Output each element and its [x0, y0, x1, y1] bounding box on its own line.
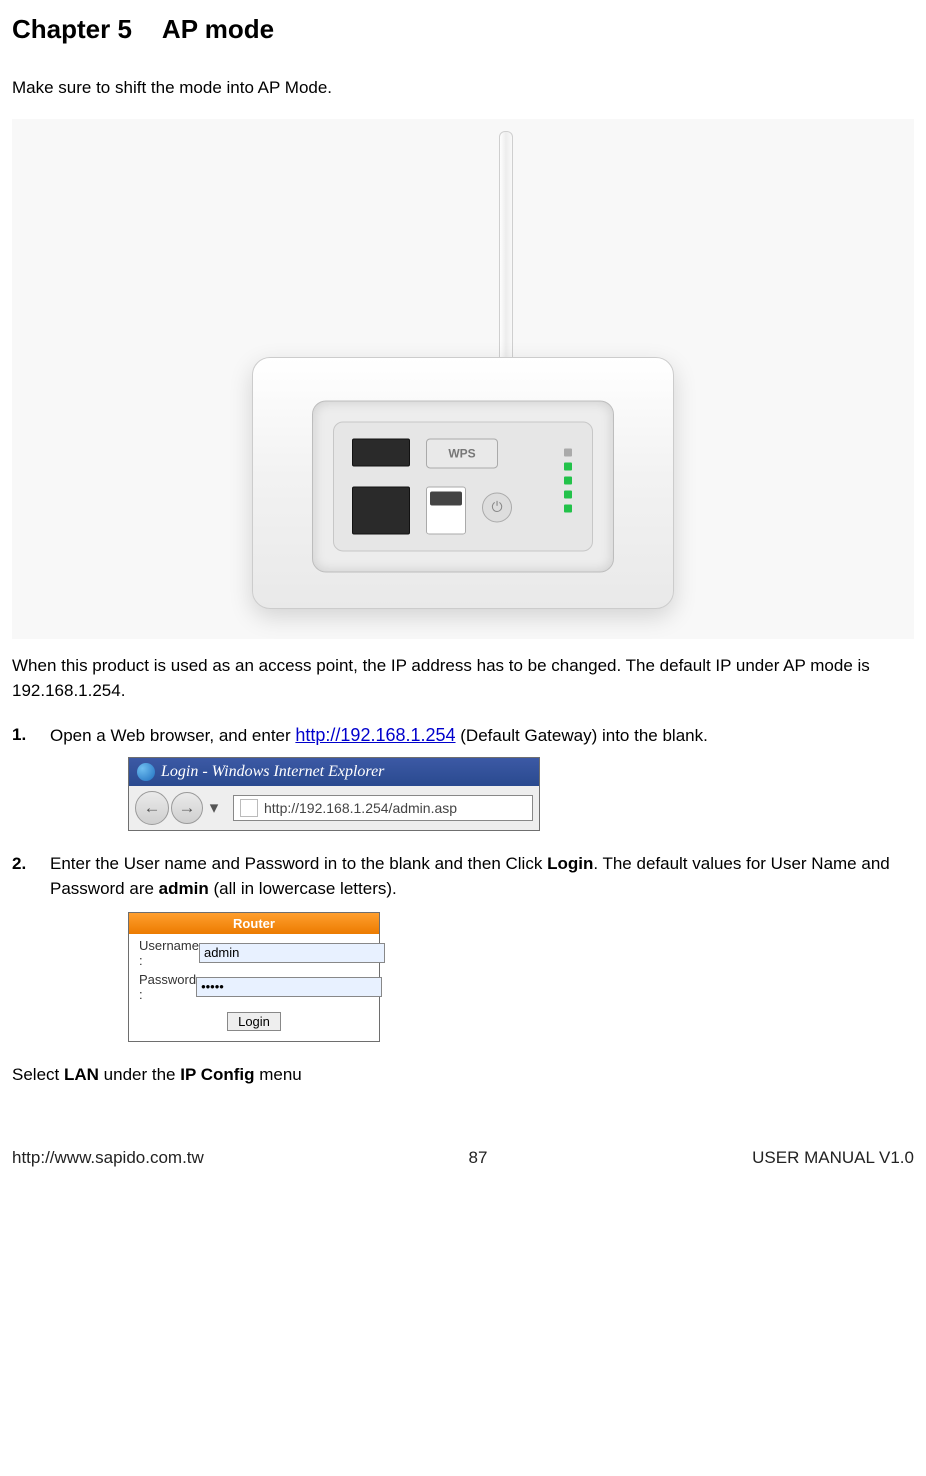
- footer-url: http://www.sapido.com.tw: [12, 1148, 204, 1168]
- chapter-number: Chapter 5: [12, 14, 132, 44]
- forward-button-icon: →: [171, 792, 203, 824]
- after-image-text: When this product is used as an access p…: [12, 653, 914, 704]
- led-icon: [564, 476, 572, 484]
- password-input: [196, 977, 382, 997]
- mode-switch-icon: [426, 486, 466, 534]
- footer-page-number: 87: [469, 1148, 488, 1168]
- last-line-mid: under the: [99, 1065, 180, 1084]
- username-label: Username :: [139, 938, 199, 968]
- username-input: [199, 943, 385, 963]
- led-icon: [564, 490, 572, 498]
- last-line-lan: LAN: [64, 1065, 99, 1084]
- browser-title-bar: Login - Windows Internet Explorer: [129, 758, 539, 786]
- login-submit-row: Login: [129, 1002, 379, 1034]
- gateway-url-link[interactable]: http://192.168.1.254: [295, 725, 455, 745]
- password-label: Password :: [139, 972, 196, 1002]
- ie-icon: [137, 763, 155, 781]
- browser-screenshot: Login - Windows Internet Explorer ← → ▾ …: [128, 757, 540, 831]
- browser-title-text: Login - Windows Internet Explorer: [161, 763, 384, 781]
- power-button-icon: [482, 492, 512, 522]
- router-body: WPS: [252, 357, 674, 609]
- address-field: http://192.168.1.254/admin.asp: [233, 795, 533, 821]
- browser-nav-bar: ← → ▾ http://192.168.1.254/admin.asp: [129, 786, 539, 830]
- step-2-post: (all in lowercase letters).: [209, 879, 397, 898]
- router-antenna: [499, 131, 513, 393]
- step-1-post: (Default Gateway) into the blank.: [456, 726, 708, 745]
- step-2-pre: Enter the User name and Password in to t…: [50, 854, 547, 873]
- router-panel-inner: WPS: [333, 421, 593, 551]
- step-number: 2.: [12, 851, 26, 877]
- step-number: 1.: [12, 722, 26, 748]
- login-header: Router: [129, 913, 379, 934]
- led-icon: [564, 504, 572, 512]
- last-line-pre: Select: [12, 1065, 64, 1084]
- led-icon: [564, 462, 572, 470]
- chevron-down-icon: ▾: [205, 795, 223, 821]
- step-text: Open a Web browser, and enter http://192…: [50, 726, 708, 745]
- chapter-title: AP mode: [162, 14, 274, 44]
- lan-port-icon: [352, 486, 410, 534]
- last-line-ipconfig: IP Config: [180, 1065, 254, 1084]
- wps-button: WPS: [426, 438, 498, 468]
- led-icon: [564, 448, 572, 456]
- step-1: 1. Open a Web browser, and enter http://…: [12, 722, 914, 831]
- page-icon: [240, 799, 258, 817]
- back-button-icon: ←: [135, 791, 169, 825]
- intro-text: Make sure to shift the mode into AP Mode…: [12, 75, 914, 101]
- login-screenshot: Router Username : Password : Login: [128, 912, 380, 1043]
- last-line-post: menu: [255, 1065, 302, 1084]
- usb-port-icon: [352, 438, 410, 466]
- login-username-row: Username :: [129, 934, 379, 968]
- address-text: http://192.168.1.254/admin.asp: [264, 800, 457, 816]
- step-text: Enter the User name and Password in to t…: [50, 854, 890, 899]
- step-2-admin-word: admin: [159, 879, 209, 898]
- page-footer: http://www.sapido.com.tw 87 USER MANUAL …: [12, 1148, 914, 1168]
- router-panel: WPS: [312, 400, 614, 572]
- step-1-pre: Open a Web browser, and enter: [50, 726, 295, 745]
- led-column: [536, 442, 580, 512]
- select-lan-text: Select LAN under the IP Config menu: [12, 1062, 914, 1088]
- page-title: Chapter 5 AP mode: [12, 10, 914, 49]
- step-2-login-word: Login: [547, 854, 593, 873]
- step-2: 2. Enter the User name and Password in t…: [12, 851, 914, 1043]
- footer-manual-version: USER MANUAL V1.0: [752, 1148, 914, 1168]
- login-password-row: Password :: [129, 968, 379, 1002]
- login-button: Login: [227, 1012, 281, 1031]
- product-image: WPS: [12, 119, 914, 639]
